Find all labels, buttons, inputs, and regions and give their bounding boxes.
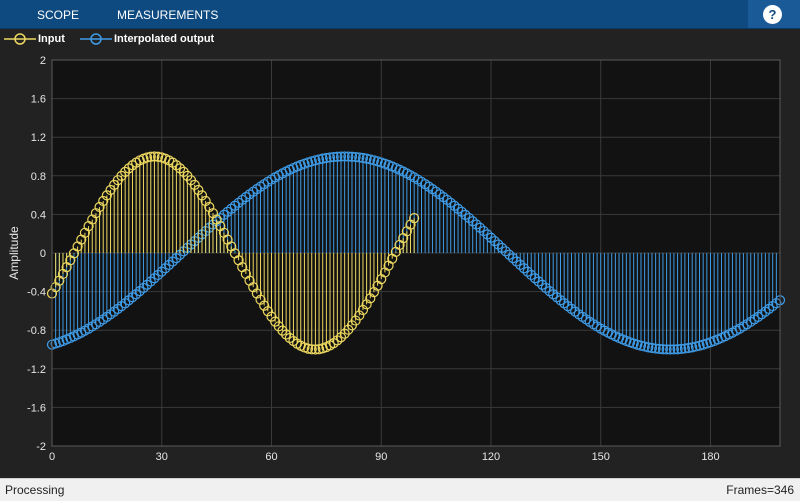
- frame-counter: Frames=346: [726, 483, 794, 497]
- y-axis-label: Amplitude: [7, 226, 21, 280]
- legend-item-input[interactable]: Input: [4, 29, 65, 49]
- y-tick-label: 2: [40, 55, 46, 67]
- x-tick-label: 120: [482, 451, 500, 463]
- x-tick-label: 30: [156, 451, 168, 463]
- y-tick-label: -1.2: [27, 364, 46, 376]
- x-tick-label: 90: [375, 451, 387, 463]
- tab-scope[interactable]: SCOPE: [37, 0, 79, 28]
- legend-marker-output-icon: [80, 33, 112, 45]
- y-tick-label: 1.2: [31, 132, 46, 144]
- x-tick-label: 180: [701, 451, 719, 463]
- legend-item-output[interactable]: Interpolated output: [80, 29, 214, 49]
- x-tick-label: 150: [592, 451, 610, 463]
- x-tick-label: 0: [49, 451, 55, 463]
- plot-area[interactable]: 0 30 60 90 120 150 180 -2 -1.6 -1.2 -0.8 -0.4 0 0.4 0.…: [0, 49, 800, 478]
- y-tick-label: -0.8: [27, 325, 46, 337]
- legend-label-output: Interpolated output: [114, 33, 215, 45]
- x-tick-label: 60: [265, 451, 277, 463]
- chart-legend[interactable]: Input Interpolated output: [0, 29, 800, 49]
- status-text: Processing: [5, 483, 65, 497]
- toolbar: SCOPE MEASUREMENTS ?: [0, 0, 800, 29]
- legend-marker-input-icon: [4, 33, 36, 45]
- y-tick-label: -0.4: [27, 287, 46, 299]
- help-button[interactable]: ?: [763, 5, 782, 24]
- legend-label-input: Input: [38, 33, 65, 45]
- status-bar: Processing Frames=346: [0, 478, 800, 501]
- y-tick-label: 1.6: [31, 94, 46, 106]
- y-tick-label: -1.6: [27, 402, 46, 414]
- y-tick-label: 0: [40, 248, 46, 260]
- tab-measurements[interactable]: MEASUREMENTS: [117, 0, 218, 28]
- y-tick-label: 0.4: [31, 209, 46, 221]
- y-tick-label: 0.8: [31, 171, 46, 183]
- y-tick-label: -2: [36, 441, 46, 453]
